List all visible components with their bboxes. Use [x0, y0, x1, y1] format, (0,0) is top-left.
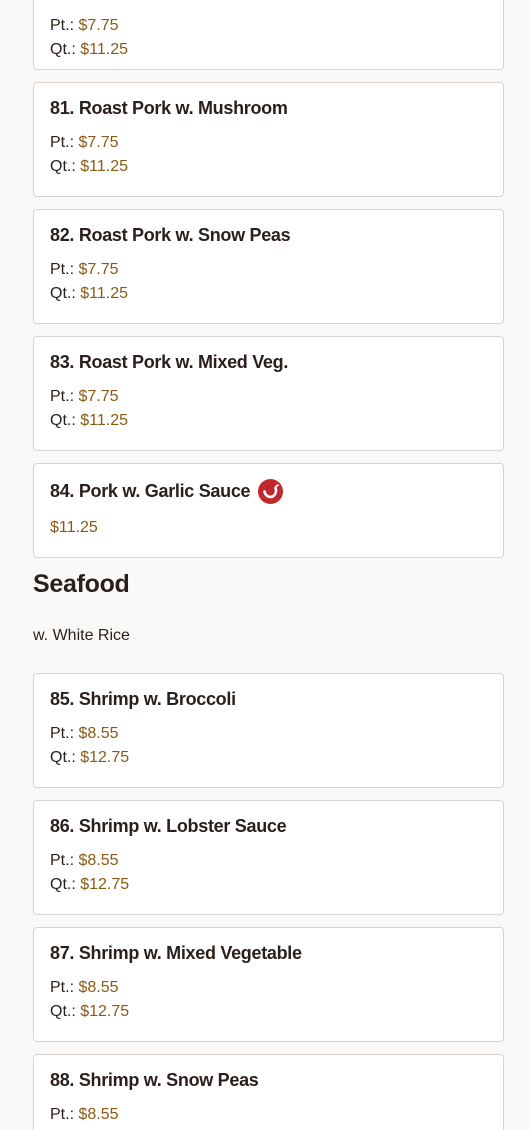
menu-item-name: 83. Roast Pork w. Mixed Veg. [50, 352, 289, 372]
pint-label: Pt.: [50, 388, 75, 405]
section-subtitle: w. White Rice [33, 627, 130, 644]
menu-item-card[interactable]: 84. Pork w. Garlic Sauce $11.25 [33, 463, 504, 558]
pint-price: $7.75 [78, 17, 119, 34]
quart-price: $11.25 [80, 285, 128, 302]
menu-item-name: 86. Shrimp w. Lobster Sauce [50, 816, 287, 836]
quart-price: $12.75 [80, 1003, 130, 1020]
pint-price: $8.55 [78, 979, 119, 996]
pint-price-line: Pt.: $8.55 [50, 852, 119, 870]
pint-price: $7.75 [78, 388, 119, 405]
pint-label: Pt.: [50, 979, 75, 996]
quart-label: Qt.: [50, 158, 76, 175]
quart-price-line: Qt.: $12.75 [50, 1003, 129, 1021]
pint-price-line: Pt.: $7.75 [50, 388, 119, 406]
quart-price: $12.75 [80, 876, 130, 893]
quart-price-line: Qt.: $11.25 [50, 285, 128, 303]
price: $11.25 [50, 519, 98, 536]
menu-item-name: 85. Shrimp w. Broccoli [50, 689, 236, 709]
quart-label: Qt.: [50, 1003, 76, 1020]
menu-item-name: 81. Roast Pork w. Mushroom [50, 98, 288, 118]
quart-price-line: Qt.: $11.25 [50, 412, 128, 430]
menu-item-card[interactable]: Pt.: $7.75 Qt.: $11.25 [33, 0, 504, 70]
quart-price-line: Qt.: $11.25 [50, 41, 128, 59]
quart-price: $11.25 [80, 41, 128, 58]
menu-item-name: 84. Pork w. Garlic Sauce [50, 481, 251, 501]
menu-item-name: 88. Shrimp w. Snow Peas [50, 1070, 259, 1090]
pint-price: $7.75 [78, 261, 119, 278]
quart-label: Qt.: [50, 285, 76, 302]
price-line: $11.25 [50, 519, 98, 537]
pint-price: $8.55 [78, 725, 119, 742]
quart-price: $11.25 [80, 412, 128, 429]
quart-label: Qt.: [50, 41, 76, 58]
menu-item-card[interactable]: 88. Shrimp w. Snow Peas Pt.: $8.55 [33, 1054, 504, 1130]
menu-item-card[interactable]: 86. Shrimp w. Lobster Sauce Pt.: $8.55 Q… [33, 800, 504, 915]
pint-price-line: Pt.: $7.75 [50, 134, 119, 152]
quart-price-line: Qt.: $12.75 [50, 749, 129, 767]
pint-label: Pt.: [50, 1106, 75, 1123]
pint-price: $7.75 [78, 134, 119, 151]
pint-label: Pt.: [50, 17, 75, 34]
spicy-pepper-icon [258, 479, 284, 504]
pint-price: $8.55 [78, 852, 119, 869]
menu-item-card[interactable]: 85. Shrimp w. Broccoli Pt.: $8.55 Qt.: $… [33, 673, 504, 788]
pint-price-line: Pt.: $7.75 [50, 17, 119, 35]
pint-price-line: Pt.: $8.55 [50, 725, 119, 743]
pint-price-line: Pt.: $8.55 [50, 979, 119, 997]
pint-label: Pt.: [50, 134, 75, 151]
quart-price: $11.25 [80, 158, 128, 175]
pint-price-line: Pt.: $7.75 [50, 261, 119, 279]
menu-item-card[interactable]: 82. Roast Pork w. Snow Peas Pt.: $7.75 Q… [33, 209, 504, 324]
quart-label: Qt.: [50, 749, 76, 766]
pint-label: Pt.: [50, 725, 75, 742]
quart-price-line: Qt.: $12.75 [50, 876, 129, 894]
pint-label: Pt.: [50, 261, 75, 278]
menu-item-name: 87. Shrimp w. Mixed Vegetable [50, 943, 302, 963]
pint-price-line: Pt.: $8.55 [50, 1106, 119, 1124]
section-title-seafood: Seafood [33, 570, 130, 598]
pint-price: $8.55 [78, 1106, 119, 1123]
menu-item-card[interactable]: 81. Roast Pork w. Mushroom Pt.: $7.75 Qt… [33, 82, 504, 197]
quart-price-line: Qt.: $11.25 [50, 158, 128, 176]
quart-price: $12.75 [80, 749, 130, 766]
pint-label: Pt.: [50, 852, 75, 869]
menu-item-card[interactable]: 87. Shrimp w. Mixed Vegetable Pt.: $8.55… [33, 927, 504, 1042]
quart-label: Qt.: [50, 412, 76, 429]
menu-item-title-row: 84. Pork w. Garlic Sauce [50, 479, 284, 504]
menu-item-card[interactable]: 83. Roast Pork w. Mixed Veg. Pt.: $7.75 … [33, 336, 504, 451]
quart-label: Qt.: [50, 876, 76, 893]
menu-item-name: 82. Roast Pork w. Snow Peas [50, 225, 291, 245]
